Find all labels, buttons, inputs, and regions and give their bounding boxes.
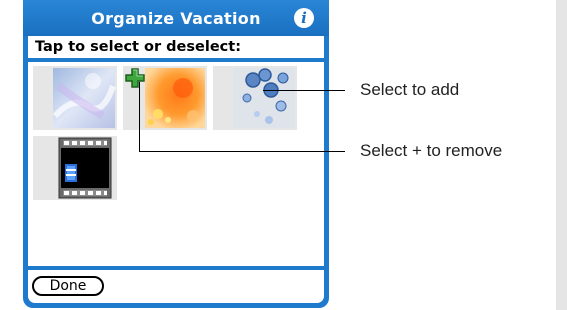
thumbnail-photo-orange-bokeh[interactable] [123, 66, 207, 130]
window-title: Organize Vacation [91, 9, 261, 28]
callout-line-remove-vertical [139, 82, 140, 152]
instruction-text: Tap to select or deselect: [35, 39, 241, 55]
screen-area: Tap to select or deselect: Done [28, 36, 324, 303]
plus-icon[interactable] [124, 67, 146, 89]
callout-line-add [263, 90, 345, 91]
divider [28, 58, 324, 62]
callout-select-plus-to-remove: Select + to remove [360, 141, 503, 160]
thumbnail-photo-frost[interactable] [33, 66, 117, 130]
thumbnail-photo-blue-bubbles[interactable] [213, 66, 297, 130]
title-bar: Organize Vacation i [23, 0, 329, 36]
side-strip [556, 0, 567, 310]
callout-line-remove-horizontal [139, 151, 345, 152]
callout-select-to-add: Select to add [360, 80, 460, 99]
film-strip-icon [58, 137, 112, 199]
palm-window: Organize Vacation i Tap to select or des… [23, 0, 329, 308]
info-icon[interactable]: i [294, 8, 314, 28]
thumbnail-video-clip[interactable] [33, 136, 117, 200]
done-button[interactable]: Done [32, 276, 104, 296]
divider [28, 266, 324, 270]
